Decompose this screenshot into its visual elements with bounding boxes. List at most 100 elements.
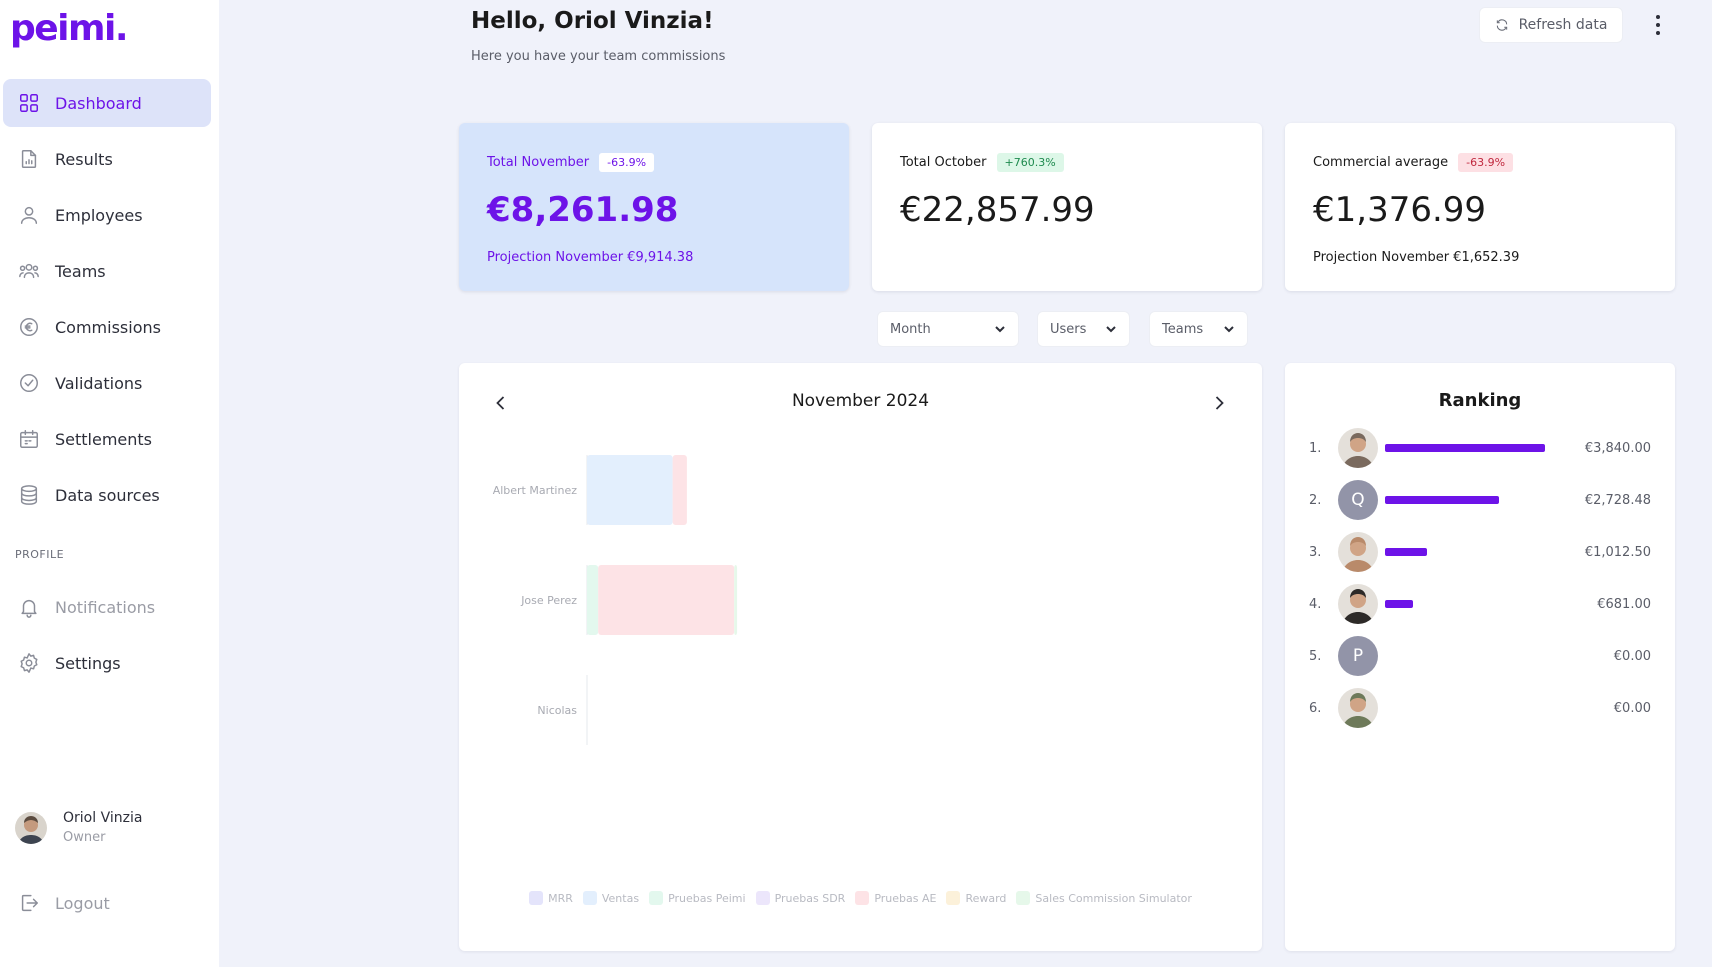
legend-swatch xyxy=(582,891,597,905)
change-badge: -63.9% xyxy=(599,153,655,172)
check-circle-icon xyxy=(17,371,41,395)
user-name: Oriol Vinzia xyxy=(63,810,143,826)
sidebar-item-settings[interactable]: Settings xyxy=(3,639,211,687)
ranking-amount: €2,728.48 xyxy=(1584,492,1651,508)
gear-icon xyxy=(17,651,41,675)
kpi-card-value: €8,261.98 xyxy=(487,190,679,230)
ranking-position: 5. xyxy=(1309,648,1322,664)
ranking-amount: €0.00 xyxy=(1613,700,1651,716)
avatar xyxy=(1338,584,1378,624)
more-options-button[interactable] xyxy=(1646,10,1670,40)
sidebar-item-teams[interactable]: Teams xyxy=(3,247,211,295)
sidebar-item-dashboard[interactable]: Dashboard xyxy=(3,79,211,127)
logout-label: Logout xyxy=(55,893,110,913)
ranking-row[interactable]: 5. P €0.00 xyxy=(1285,634,1675,678)
kpi-card-title: Total November xyxy=(487,155,590,170)
month-select[interactable]: Month xyxy=(877,311,1019,347)
ranking-position: 4. xyxy=(1309,596,1322,612)
kpi-card-total-october: Total October +760.3% €22,857.99 xyxy=(872,123,1262,291)
chart-bar[interactable] xyxy=(598,565,735,635)
ranking-amount: €3,840.00 xyxy=(1584,440,1651,456)
sidebar-item-validations[interactable]: Validations xyxy=(3,359,211,407)
ranking-row[interactable]: 2. Q €2,728.48 xyxy=(1285,478,1675,522)
chart-bar[interactable] xyxy=(672,455,687,525)
avatar: Q xyxy=(1338,480,1378,520)
chart-bar[interactable] xyxy=(734,565,738,635)
sidebar-item-label: Settlements xyxy=(55,429,153,449)
ranking-position: 1. xyxy=(1309,440,1322,456)
chart-bar[interactable] xyxy=(587,455,673,525)
chart-period-title: November 2024 xyxy=(791,391,930,411)
legend-label: MRR xyxy=(548,891,573,905)
logout-icon xyxy=(17,891,41,915)
legend-swatch xyxy=(855,891,870,905)
logout-button[interactable]: Logout xyxy=(3,879,211,927)
legend-item[interactable]: MRR xyxy=(529,891,573,905)
ranking-row[interactable]: 1. €3,840.00 xyxy=(1285,426,1675,470)
sidebar-item-data-sources[interactable]: Data sources xyxy=(3,471,211,519)
kpi-card-projection: Projection November €9,914.38 xyxy=(487,250,694,265)
ranking-row[interactable]: 4. €681.00 xyxy=(1285,582,1675,626)
user-role: Owner xyxy=(63,830,106,845)
sidebar-item-label: Settings xyxy=(55,653,121,673)
sidebar-item-results[interactable]: Results xyxy=(3,135,211,183)
legend-item[interactable]: Pruebas Peimi xyxy=(649,891,746,905)
bell-icon xyxy=(17,595,41,619)
legend-item[interactable]: Pruebas SDR xyxy=(755,891,845,905)
ranking-title: Ranking xyxy=(1438,390,1522,411)
euro-icon xyxy=(17,315,41,339)
refresh-data-button[interactable]: Refresh data xyxy=(1479,7,1623,43)
current-user[interactable]: Oriol Vinzia Owner xyxy=(15,810,142,845)
profile-section-label: PROFILE xyxy=(15,548,65,561)
sidebar-item-label: Data sources xyxy=(55,485,160,505)
ranking-bar xyxy=(1385,548,1428,556)
logo[interactable]: peimi. xyxy=(10,8,129,49)
chevron-down-icon xyxy=(995,326,1005,333)
kpi-card-title: Commercial average xyxy=(1313,155,1449,170)
users-select-label: Users xyxy=(1050,321,1087,337)
sidebar-item-label: Notifications xyxy=(55,597,156,617)
page-subtitle: Here you have your team commissions xyxy=(471,49,726,64)
y-axis-tick-label: Albert Martinez xyxy=(493,484,578,497)
legend-item[interactable]: Pruebas AE xyxy=(855,891,936,905)
profile-nav: Notifications Settings xyxy=(3,583,211,695)
teams-select[interactable]: Teams xyxy=(1149,311,1248,347)
ranking-position: 6. xyxy=(1309,700,1322,716)
main-nav: Dashboard Results Employees Teams Commis… xyxy=(3,79,211,527)
change-badge: +760.3% xyxy=(996,153,1064,172)
legend-item[interactable]: Reward xyxy=(946,891,1006,905)
dot xyxy=(1656,31,1660,35)
kpi-card-value: €22,857.99 xyxy=(900,190,1095,230)
sidebar-item-commissions[interactable]: Commissions xyxy=(3,303,211,351)
sidebar-item-label: Results xyxy=(55,149,113,169)
sidebar-item-label: Teams xyxy=(55,261,106,281)
ranking-row[interactable]: 3. €1,012.50 xyxy=(1285,530,1675,574)
ranking-bar xyxy=(1385,496,1499,504)
chart-bar[interactable] xyxy=(587,565,599,635)
dot xyxy=(1656,23,1660,27)
page-title: Hello, Oriol Vinzia! xyxy=(471,8,714,34)
legend-item[interactable]: Sales Commission Simulator xyxy=(1016,891,1192,905)
legend-swatch xyxy=(1016,891,1031,905)
legend-label: Reward xyxy=(965,891,1007,905)
y-axis-tick-label: Jose Perez xyxy=(520,594,577,607)
next-month-button[interactable] xyxy=(1209,393,1229,413)
y-axis-tick-label: Nicolas xyxy=(537,704,577,717)
legend-label: Pruebas AE xyxy=(874,891,937,905)
sidebar-item-employees[interactable]: Employees xyxy=(3,191,211,239)
sidebar-item-notifications[interactable]: Notifications xyxy=(3,583,211,631)
commissions-bar-chart: Albert Martinez Jose Perez Nicolas xyxy=(493,455,738,745)
ranking-row[interactable]: 6. €0.00 xyxy=(1285,686,1675,730)
avatar xyxy=(1338,532,1378,572)
avatar xyxy=(1338,428,1378,468)
avatar xyxy=(1338,688,1378,728)
sidebar-item-label: Dashboard xyxy=(55,93,142,113)
users-select[interactable]: Users xyxy=(1037,311,1130,347)
legend-item[interactable]: Ventas xyxy=(582,891,640,905)
sidebar-item-label: Employees xyxy=(55,205,143,225)
ranking-amount: €0.00 xyxy=(1613,648,1651,664)
ranking-amount: €681.00 xyxy=(1597,596,1651,612)
chevron-right-icon xyxy=(1215,396,1224,410)
sidebar-item-settlements[interactable]: Settlements xyxy=(3,415,211,463)
legend-label: Ventas xyxy=(601,891,640,905)
